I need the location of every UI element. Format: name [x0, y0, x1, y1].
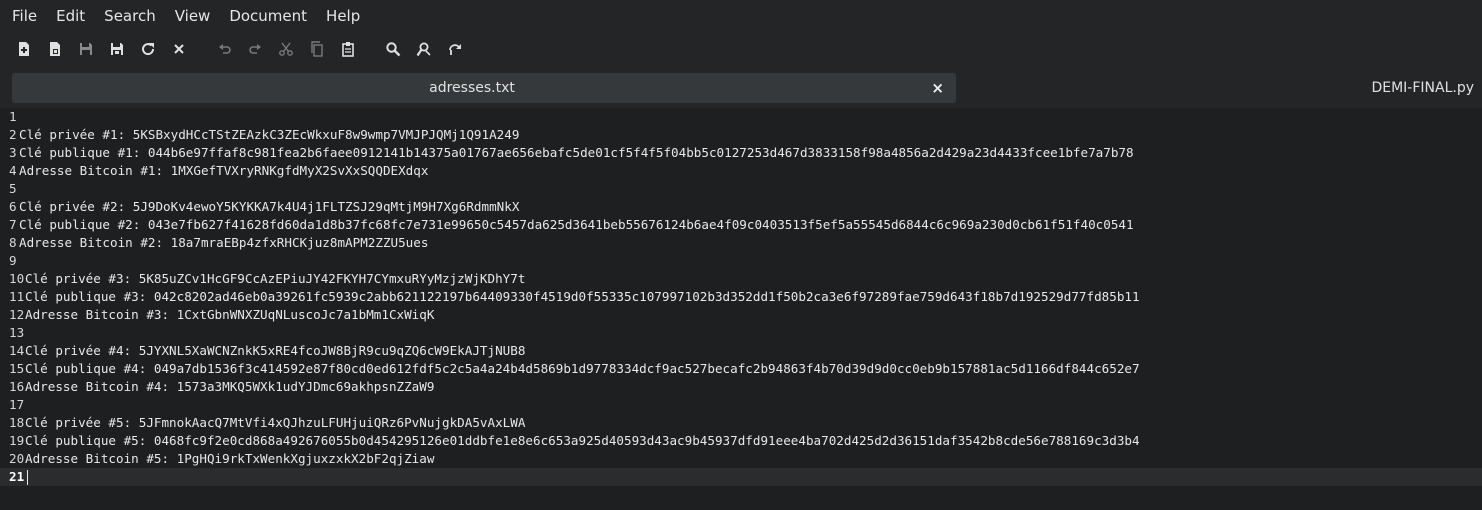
menu-file[interactable]: File: [6, 0, 44, 32]
new-file-icon[interactable]: [13, 38, 35, 60]
text-editor[interactable]: 1 2 Clé privée #1: 5KSBxydHCcTStZEAzkC3ZEc…: [0, 108, 1482, 510]
cut-icon[interactable]: [275, 38, 297, 60]
menu-view[interactable]: View: [169, 0, 218, 32]
tab-demi-final-py[interactable]: DEMI-FINAL.py: [1371, 73, 1474, 103]
line-text: Adresse Bitcoin #1: 1MXGefTVXryRNKgfdMyX…: [19, 163, 429, 178]
line-text: Adresse Bitcoin #3: 1CxtGbnWNXZUqNLuscoJ…: [25, 307, 435, 322]
line-number: 1: [9, 109, 17, 124]
menu-edit[interactable]: Edit: [50, 0, 92, 32]
editor-line[interactable]: 20 Adresse Bitcoin #5: 1PgHQi9rkTxWenkXgj…: [0, 450, 1482, 468]
editor-line[interactable]: 3 Clé publique #1: 044b6e97ffaf8c981fea2b…: [0, 144, 1482, 162]
tab-label: adresses.txt: [429, 80, 515, 96]
editor-line[interactable]: 19 Clé publique #5: 0468fc9f2e0cd868a4926…: [0, 432, 1482, 450]
reload-icon[interactable]: [137, 38, 159, 60]
line-text: Adresse Bitcoin #4: 1573a3MKQ5WXk1udYJDm…: [25, 379, 435, 394]
editor-line[interactable]: 1: [0, 108, 1482, 126]
editor-line[interactable]: 7 Clé publique #2: 043e7fb627f41628fd60da…: [0, 216, 1482, 234]
undo-icon[interactable]: [214, 38, 236, 60]
menu-bar: File Edit Search View Document Help: [0, 0, 1482, 32]
tab-close-icon[interactable]: ×: [931, 73, 944, 103]
line-number: 17: [9, 397, 25, 412]
replace-icon[interactable]: [413, 38, 435, 60]
save-as-icon[interactable]: [106, 38, 128, 60]
editor-line[interactable]: 12 Adresse Bitcoin #3: 1CxtGbnWNXZUqNLusc…: [0, 306, 1482, 324]
line-text: Clé publique #3: 042c8202ad46eb0a39261fc…: [25, 289, 1140, 304]
editor-line[interactable]: 2 Clé privée #1: 5KSBxydHCcTStZEAzkC3ZEcW…: [0, 126, 1482, 144]
editor-line[interactable]: 21: [0, 468, 1482, 486]
editor-line[interactable]: 16 Adresse Bitcoin #4: 1573a3MKQ5WXk1udYJ…: [0, 378, 1482, 396]
editor-line[interactable]: 6 Clé privée #2: 5J9DoKv4ewoY5KYKKA7k4U4j…: [0, 198, 1482, 216]
editor-line[interactable]: 18 Clé privée #5: 5JFmnokAacQ7MtVfi4xQJhz…: [0, 414, 1482, 432]
line-text: Clé privée #1: 5KSBxydHCcTStZEAzkC3ZEcWk…: [19, 127, 520, 142]
line-number: 9: [9, 253, 17, 268]
editor-line[interactable]: 10 Clé privée #3: 5K85uZCv1HcGF9CcAzEPiuJ…: [0, 270, 1482, 288]
editor-line[interactable]: 17: [0, 396, 1482, 414]
redo-icon[interactable]: [244, 38, 266, 60]
search-icon[interactable]: [382, 38, 404, 60]
line-text: Clé publique #1: 044b6e97ffaf8c981fea2b6…: [19, 145, 1134, 160]
editor-line[interactable]: 5: [0, 180, 1482, 198]
line-number: 21: [9, 469, 25, 484]
close-icon[interactable]: [168, 38, 190, 60]
editor-line[interactable]: 11 Clé publique #3: 042c8202ad46eb0a39261…: [0, 288, 1482, 306]
editor-line[interactable]: 15 Clé publique #4: 049a7db1536f3c414592e…: [0, 360, 1482, 378]
menu-help[interactable]: Help: [320, 0, 367, 32]
editor-line[interactable]: 13: [0, 324, 1482, 342]
line-number: 13: [9, 325, 25, 340]
line-text: Adresse Bitcoin #5: 1PgHQi9rkTxWenkXgjux…: [25, 451, 435, 466]
toolbar: [0, 32, 1482, 66]
line-text: Clé privée #2: 5J9DoKv4ewoY5KYKKA7k4U4j1…: [19, 199, 520, 214]
editor-line[interactable]: 9: [0, 252, 1482, 270]
line-text: Clé privée #4: 5JYXNL5XaWCNZnkK5xRE4fcoJ…: [25, 343, 526, 358]
line-text: Adresse Bitcoin #2: 18a7mraEBp4zfxRHCKju…: [19, 235, 429, 250]
line-text: Clé publique #2: 043e7fb627f41628fd60da1…: [19, 217, 1134, 232]
line-text: Clé privée #5: 5JFmnokAacQ7MtVfi4xQJhzuL…: [25, 415, 526, 430]
editor-line[interactable]: 14 Clé privée #4: 5JYXNL5XaWCNZnkK5xRE4fc…: [0, 342, 1482, 360]
paste-icon[interactable]: [337, 38, 359, 60]
goto-icon[interactable]: [444, 38, 466, 60]
line-text: Clé publique #4: 049a7db1536f3c414592e87…: [25, 361, 1140, 376]
editor-line[interactable]: 8 Adresse Bitcoin #2: 18a7mraEBp4zfxRHCKj…: [0, 234, 1482, 252]
line-number: 5: [9, 181, 17, 196]
save-icon[interactable]: [75, 38, 97, 60]
line-text: Clé publique #5: 0468fc9f2e0cd868a492676…: [25, 433, 1140, 448]
new-window-icon[interactable]: [44, 38, 66, 60]
tab-bar: adresses.txt × DEMI-FINAL.py: [0, 66, 1482, 108]
menu-search[interactable]: Search: [98, 0, 163, 32]
text-cursor: [27, 470, 28, 485]
line-text: Clé privée #3: 5K85uZCv1HcGF9CcAzEPiuJY4…: [25, 271, 526, 286]
editor-line[interactable]: 4 Adresse Bitcoin #1: 1MXGefTVXryRNKgfdMy…: [0, 162, 1482, 180]
tab-adresses-txt[interactable]: adresses.txt ×: [12, 73, 956, 103]
menu-document[interactable]: Document: [223, 0, 314, 32]
copy-icon[interactable]: [306, 38, 328, 60]
